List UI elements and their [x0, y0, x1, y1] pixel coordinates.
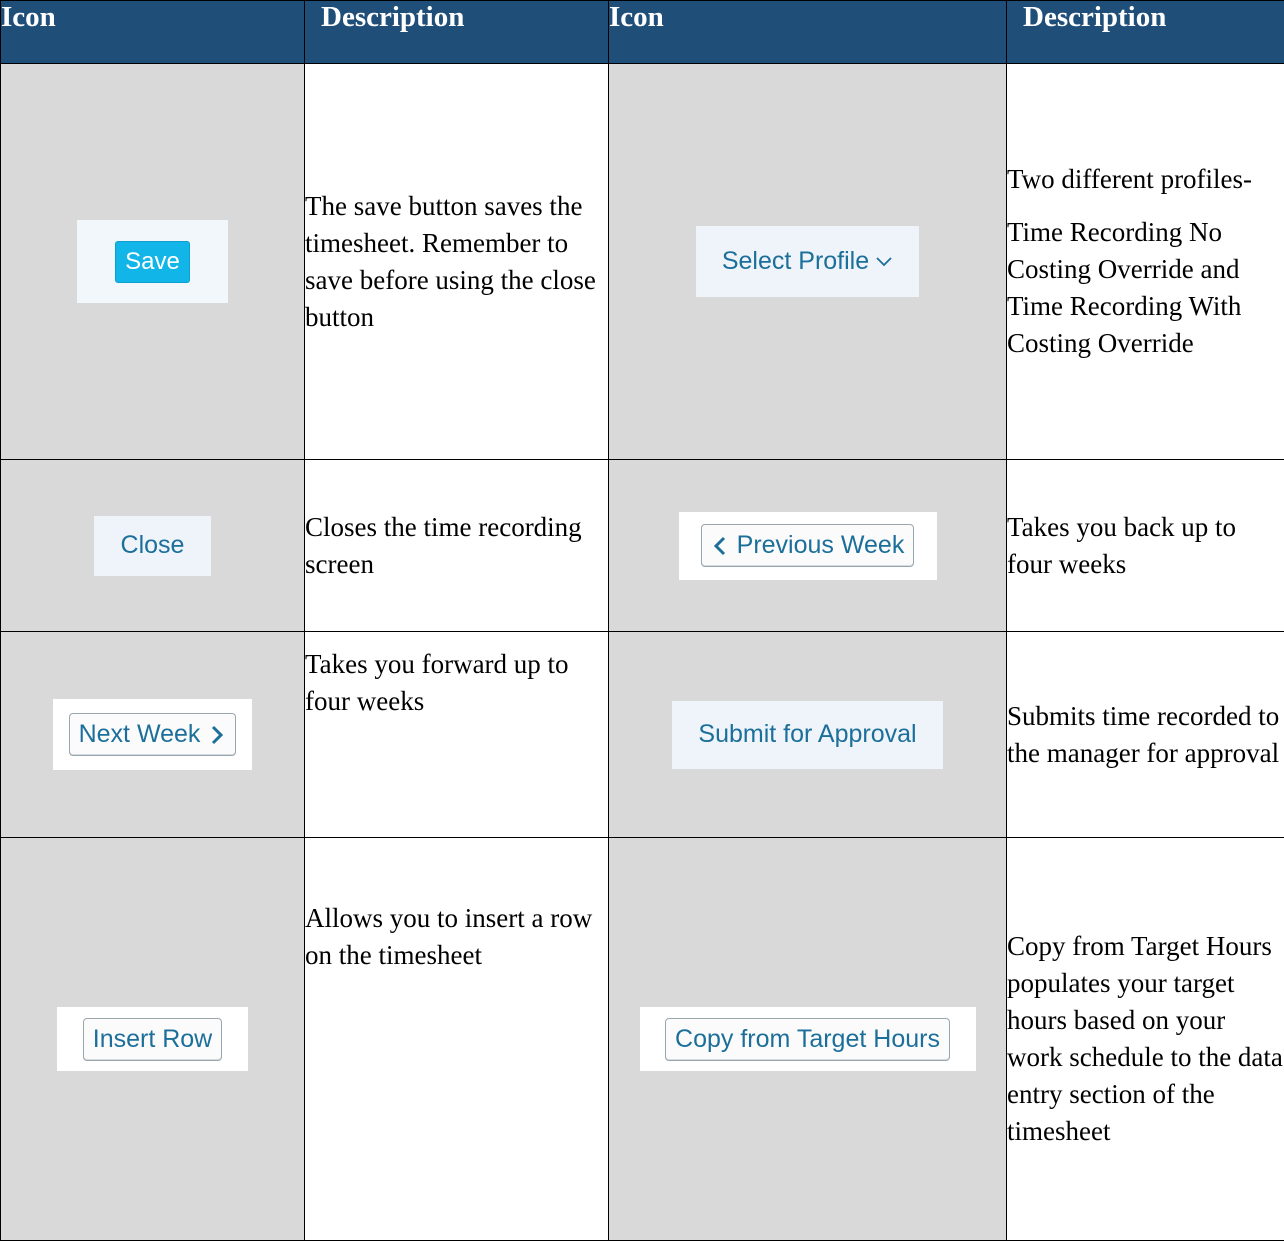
next-week-description: Takes you forward up to four weeks [305, 632, 609, 838]
next-week-snapshot: Next Week [53, 699, 252, 770]
next-week-label: Next Week [79, 720, 201, 749]
chevron-right-icon [208, 724, 226, 746]
insert-row-button[interactable]: Insert Row [83, 1018, 222, 1061]
save-description: The save button saves the timesheet. Rem… [305, 64, 609, 460]
submit-for-approval-button[interactable]: Submit for Approval [672, 701, 943, 769]
chevron-down-icon [875, 256, 893, 268]
icon-cell: Select Profile [609, 64, 1007, 460]
select-profile-description-line2: Time Recording No Costing Override and T… [1007, 214, 1284, 362]
icon-cell: Submit for Approval [609, 632, 1007, 838]
copy-target-hours-snapshot: Copy from Target Hours [640, 1007, 976, 1071]
icon-cell: Copy from Target Hours [609, 838, 1007, 1241]
header-icon-1: Icon [1, 1, 305, 64]
table-row: Next Week Takes you forward up to four w… [1, 632, 1284, 838]
header-icon-2: Icon [609, 1, 1007, 64]
insert-row-description: Allows you to insert a row on the timesh… [305, 838, 609, 1241]
icon-cell: Next Week [1, 632, 305, 838]
icon-cell: Previous Week [609, 460, 1007, 632]
close-button[interactable]: Close [94, 516, 211, 576]
close-description: Closes the time recording screen [305, 460, 609, 632]
save-button-snapshot: Save [77, 220, 228, 303]
submit-description: Submits time recorded to the manager for… [1007, 632, 1284, 838]
select-profile-button[interactable]: Select Profile [696, 226, 919, 297]
select-profile-description-line1: Two different profiles- [1007, 161, 1284, 198]
table-row: Insert Row Allows you to insert a row on… [1, 838, 1284, 1241]
select-profile-description: Two different profiles- Time Recording N… [1007, 64, 1284, 460]
save-button[interactable]: Save [115, 241, 190, 283]
previous-week-snapshot: Previous Week [679, 512, 937, 580]
copy-from-target-hours-button[interactable]: Copy from Target Hours [665, 1018, 950, 1061]
insert-row-snapshot: Insert Row [57, 1007, 248, 1071]
header-description-2: Description [1007, 1, 1284, 64]
icon-description-table: Icon Description Icon Description Save T… [0, 0, 1284, 1241]
select-profile-label: Select Profile [722, 247, 869, 276]
copy-target-hours-description: Copy from Target Hours populates your ta… [1007, 838, 1284, 1241]
icon-cell: Save [1, 64, 305, 460]
table-row: Save The save button saves the timesheet… [1, 64, 1284, 460]
table-row: Close Closes the time recording screen P… [1, 460, 1284, 632]
header-row: Icon Description Icon Description [1, 1, 1284, 64]
previous-week-button[interactable]: Previous Week [701, 524, 915, 567]
chevron-left-icon [711, 535, 729, 557]
icon-cell: Insert Row [1, 838, 305, 1241]
header-description-1: Description [305, 1, 609, 64]
next-week-button[interactable]: Next Week [69, 713, 237, 756]
previous-week-label: Previous Week [737, 531, 905, 560]
previous-week-description: Takes you back up to four weeks [1007, 460, 1284, 632]
icon-cell: Close [1, 460, 305, 632]
